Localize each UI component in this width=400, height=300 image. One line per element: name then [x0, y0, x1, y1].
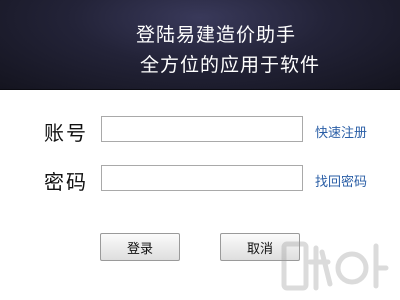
password-label: 密码 — [44, 170, 88, 194]
login-button[interactable]: 登录 — [100, 233, 180, 261]
account-label: 账号 — [44, 121, 88, 145]
recover-password-link[interactable]: 找回密码 — [315, 171, 367, 190]
header-banner: 登陆易建造价助手 全方位的应用于软件 — [0, 0, 400, 90]
banner-title: 登陆易建造价助手 — [136, 24, 297, 46]
banner-subtitle: 全方位的应用于软件 — [140, 54, 321, 76]
login-window: 登陆易建造价助手 全方位的应用于软件 账号 快速注册 密码 找回密码 登录 取消 — [0, 0, 400, 300]
watermark-logo-icon — [281, 241, 389, 291]
password-input[interactable] — [101, 165, 303, 191]
account-input[interactable] — [101, 116, 303, 142]
quick-register-link[interactable]: 快速注册 — [315, 122, 367, 141]
